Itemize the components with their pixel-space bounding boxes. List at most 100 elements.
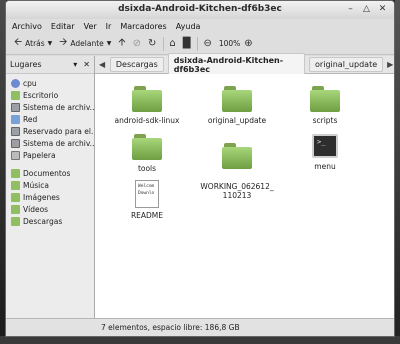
drive-icon: [11, 126, 20, 136]
sidebar-item-descargas[interactable]: Descargas: [6, 215, 94, 227]
sidebar-item-reserved[interactable]: Reservado para el...: [6, 125, 94, 137]
sidebar-item-papelera[interactable]: Papelera: [6, 149, 94, 161]
sidebar-item-imagenes[interactable]: Imágenes: [6, 191, 94, 203]
toolbar-separator: [197, 36, 199, 51]
menu-ver[interactable]: Ver: [84, 22, 97, 31]
computer-button[interactable]: █: [183, 38, 191, 49]
stop-button[interactable]: ⊘: [133, 38, 141, 49]
file-item-readme[interactable]: Welcom Downlo README: [110, 180, 184, 220]
file-name: README: [130, 211, 164, 220]
trash-icon: [11, 150, 20, 160]
zoom-out-icon: ⊖: [203, 38, 212, 49]
sidebar-item-label: Sistema de archiv...: [23, 102, 94, 112]
sidebar-item-label: Sistema de archiv...: [23, 138, 94, 148]
zoom-in-button[interactable]: ⊕: [244, 38, 252, 49]
zoom-in-icon: ⊕: [244, 38, 253, 49]
menu-editar[interactable]: Editar: [51, 22, 75, 31]
file-grid: android-sdk-linux original_update script…: [95, 74, 394, 319]
file-item-android-sdk-linux[interactable]: android-sdk-linux: [110, 86, 184, 125]
menubar: Archivo Editar Ver Ir Marcadores Ayuda: [6, 19, 394, 33]
chevron-down-icon[interactable]: ▾: [73, 60, 77, 69]
sidebar-item-documentos[interactable]: Documentos: [6, 167, 94, 179]
chevron-left-icon[interactable]: ◀: [99, 60, 106, 69]
home-icon: ⌂: [169, 38, 176, 49]
home-button[interactable]: ⌂: [169, 38, 175, 49]
sidebar-item-musica[interactable]: Música: [6, 179, 94, 191]
folder-icon: [11, 204, 20, 214]
arrow-right-icon: 🡪: [59, 37, 68, 48]
file-item-menu[interactable]: >_ menu: [288, 134, 362, 171]
folder-icon: [11, 192, 20, 202]
zoom-level: 100%: [218, 39, 241, 48]
close-sidebar-icon[interactable]: ✕: [83, 60, 90, 69]
back-button[interactable]: 🡨 Atrás ▼: [14, 35, 52, 52]
file-name: scripts: [312, 116, 338, 125]
reload-button[interactable]: ↻: [148, 38, 156, 49]
readme-preview-line: Welcom: [138, 184, 155, 189]
chevron-down-icon[interactable]: ▼: [107, 40, 112, 47]
file-item-scripts[interactable]: scripts: [288, 86, 362, 125]
sidebar-item-videos[interactable]: Vídeos: [6, 203, 94, 215]
menu-ir[interactable]: Ir: [106, 22, 112, 31]
close-icon[interactable]: ✕: [377, 4, 388, 15]
maximize-icon[interactable]: △: [361, 4, 372, 15]
sidebar-item-label: cpu: [23, 78, 37, 88]
status-bar: 7 elementos, espacio libre: 186,8 GB: [6, 318, 394, 336]
sidebar-item-label: Papelera: [23, 150, 56, 160]
file-name: android-sdk-linux: [114, 116, 180, 125]
file-item-working[interactable]: WORKING_062612_ 110213: [200, 134, 274, 209]
file-name: original_update: [207, 116, 267, 125]
status-text: 7 elementos, espacio libre: 186,8 GB: [101, 323, 240, 332]
file-item-tools[interactable]: tools: [110, 134, 184, 173]
computer-icon: █: [182, 38, 191, 49]
menu-ayuda[interactable]: Ayuda: [176, 22, 201, 31]
menu-archivo[interactable]: Archivo: [12, 22, 42, 31]
sidebar: Lugares ▾ ✕ cpu Escritorio Sistema de ar…: [6, 56, 95, 319]
folder-icon: [11, 168, 20, 178]
crumb-current[interactable]: dsixda-Android-Kitchen-df6b3ec: [167, 52, 306, 77]
menu-marcadores[interactable]: Marcadores: [120, 22, 166, 31]
arrow-up-icon: 🡩: [118, 37, 126, 48]
folder-icon: [132, 86, 162, 112]
file-manager-window: dsixda-Android-Kitchen-df6b3ec – △ ✕ Arc…: [5, 0, 395, 337]
window-title: dsixda-Android-Kitchen-df6b3ec: [118, 4, 282, 14]
chevron-down-icon[interactable]: ▼: [48, 40, 53, 47]
sidebar-title[interactable]: Lugares: [10, 60, 42, 69]
desktop-background-right: [395, 0, 400, 344]
sidebar-item-red[interactable]: Red: [6, 113, 94, 125]
sidebar-item-filesystem[interactable]: Sistema de archiv...: [6, 101, 94, 113]
sidebar-list: cpu Escritorio Sistema de archiv... Red …: [6, 74, 94, 227]
drive-icon: [11, 138, 20, 148]
sidebar-item-label: Música: [23, 180, 49, 190]
sidebar-item-label: Descargas: [23, 216, 63, 226]
main-content: ◀ Descargas dsixda-Android-Kitchen-df6b3…: [95, 52, 394, 319]
terminal-icon: >_: [312, 134, 338, 158]
up-button[interactable]: 🡩: [118, 35, 125, 52]
desktop-background-bottom: [0, 336, 400, 344]
sidebar-item-cpu[interactable]: cpu: [6, 77, 94, 89]
sidebar-item-label: Documentos: [23, 168, 71, 178]
toolbar-separator: [163, 36, 165, 51]
folder-icon: [11, 90, 20, 100]
crumb-descargas[interactable]: Descargas: [109, 57, 164, 72]
titlebar[interactable]: dsixda-Android-Kitchen-df6b3ec – △ ✕: [6, 1, 394, 19]
file-name: tools: [137, 164, 157, 173]
stop-icon: ⊘: [132, 38, 141, 49]
file-item-original-update[interactable]: original_update: [200, 86, 274, 125]
chevron-right-icon[interactable]: ▶: [387, 60, 394, 69]
crumb-original-update[interactable]: original_update: [309, 57, 384, 72]
sidebar-item-label: Escritorio: [23, 90, 59, 100]
text-file-icon: Welcom Downlo: [135, 180, 159, 208]
zoom-out-button[interactable]: ⊖: [203, 38, 211, 49]
minimize-icon[interactable]: –: [345, 4, 356, 15]
forward-button[interactable]: 🡪 Adelante ▼: [59, 35, 111, 52]
sidebar-item-escritorio[interactable]: Escritorio: [6, 89, 94, 101]
sidebar-item-label: Vídeos: [23, 204, 49, 214]
folder-icon: [11, 216, 20, 226]
readme-preview-line: Downlo: [138, 191, 155, 196]
sidebar-item-label: Imágenes: [23, 192, 60, 202]
back-label: Atrás: [25, 39, 45, 48]
sidebar-header: Lugares ▾ ✕: [6, 56, 94, 74]
sidebar-item-filesystem-2[interactable]: Sistema de archiv...: [6, 137, 94, 149]
sidebar-item-label: Red: [23, 114, 38, 124]
